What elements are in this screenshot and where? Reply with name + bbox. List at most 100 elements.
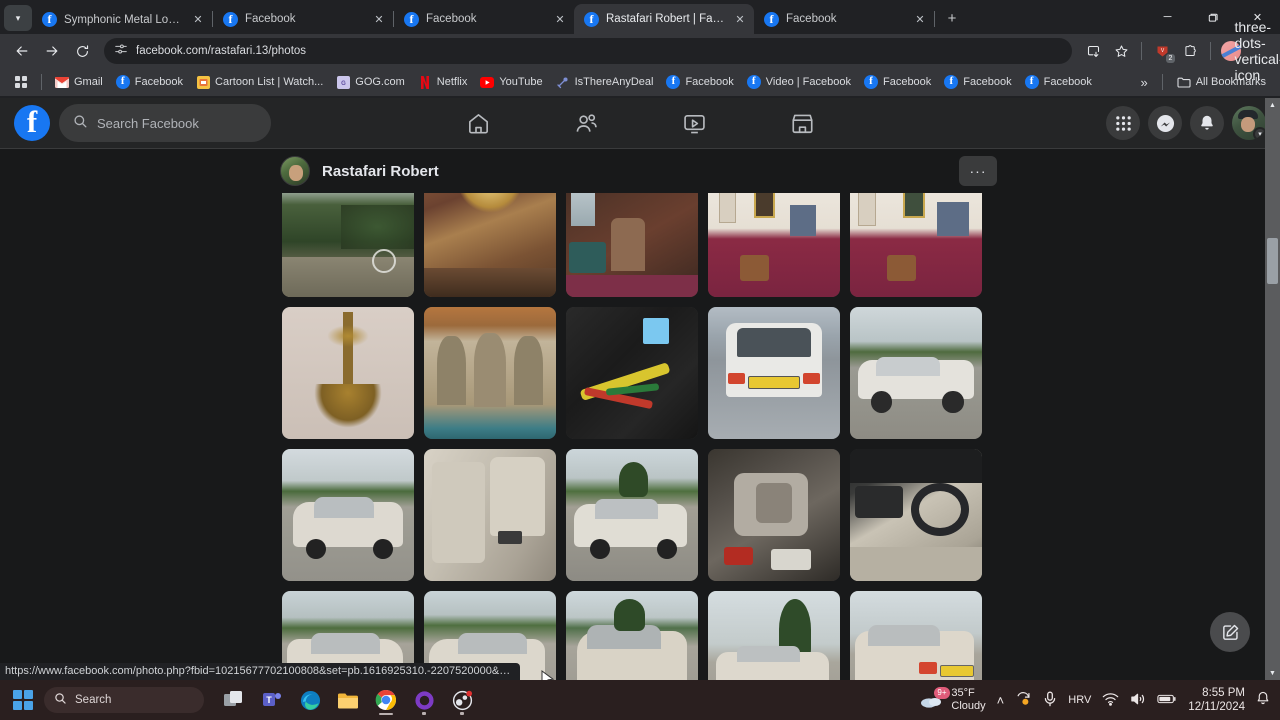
nav-friends[interactable] [558,102,614,144]
bookmarks-bar: Gmail f Facebook Cartoon List | Watch...… [0,68,1280,96]
taskbar-file-explorer-button[interactable] [332,684,364,716]
toolbar-divider [1141,42,1142,60]
photo-thumbnail[interactable] [282,193,414,297]
bookmark-youtube[interactable]: YouTube [474,72,548,92]
install-app-icon[interactable] [1080,38,1106,64]
nav-video[interactable] [666,102,722,144]
bookmark-facebook-2[interactable]: f Facebook [660,72,739,92]
photo-thumbnail[interactable] [850,307,982,439]
bookmarks-divider [41,74,42,90]
bookmark-gog[interactable]: G GOG.com [330,72,411,92]
photo-thumbnail[interactable] [850,449,982,581]
taskbar-teams-button[interactable]: T [256,684,288,716]
tab-close-icon[interactable]: ✕ [912,11,928,27]
reload-button[interactable] [68,37,96,65]
address-bar[interactable]: facebook.com/rastafari.13/photos [104,38,1072,64]
taskbar-edge-button[interactable] [294,684,326,716]
bookmark-gmail[interactable]: Gmail [49,72,109,92]
browser-tab-1[interactable]: f Facebook ✕ [213,4,393,34]
taskbar-viber-button[interactable] [408,684,440,716]
taskbar-search-input[interactable]: Search [44,687,204,713]
photo-thumbnail[interactable] [566,591,698,680]
battery-icon[interactable] [1157,693,1177,708]
facebook-favicon-icon: f [584,11,599,27]
bookmark-facebook-1[interactable]: f Facebook [110,72,189,92]
bookmark-star-icon[interactable] [1108,38,1134,64]
profile-more-options-button[interactable]: ··· [959,156,997,186]
apps-menu-button[interactable] [1106,106,1140,140]
photo-thumbnail[interactable] [566,449,698,581]
volume-icon[interactable] [1130,692,1146,709]
photo-thumbnail[interactable] [850,591,982,680]
scroll-down-arrow-icon[interactable]: ▼ [1265,666,1280,680]
photo-thumbnail[interactable] [708,449,840,581]
notifications-button[interactable] [1190,106,1224,140]
extension-vpn-icon[interactable]: V 2 [1149,38,1175,64]
photo-thumbnail[interactable] [424,449,556,581]
taskbar-task-view-button[interactable] [218,684,250,716]
tray-overflow-button[interactable]: ˄ [997,693,1005,708]
microphone-icon[interactable] [1043,691,1057,710]
extensions-puzzle-icon[interactable] [1177,38,1203,64]
bookmark-apps-grid[interactable] [8,72,34,92]
tab-close-icon[interactable]: ✕ [552,11,568,27]
new-tab-button[interactable]: + [939,5,965,31]
account-avatar[interactable]: ▾ [1232,106,1266,140]
taskbar-chrome-button[interactable] [370,684,402,716]
site-settings-icon[interactable] [114,42,128,61]
browser-tab-3-active[interactable]: f Rastafari Robert | Facebook ✕ [574,4,754,34]
weather-widget[interactable]: 9+ 35°F Cloudy [920,687,986,713]
messenger-button[interactable] [1148,106,1182,140]
wifi-icon[interactable] [1102,692,1119,709]
bookmarks-overflow-button[interactable]: » [1134,72,1153,93]
photo-thumbnail[interactable] [566,193,698,297]
taskbar-date: 12/11/2024 [1188,701,1245,713]
browser-tab-0[interactable]: f Symphonic Metal Lovers ! 🤘 ✕ [32,4,212,34]
bookmark-cartoon-list[interactable]: Cartoon List | Watch... [190,72,329,92]
taskbar-apps: T [218,684,478,716]
browser-tab-2[interactable]: f Facebook ✕ [394,4,574,34]
onedrive-sync-icon[interactable] [1015,691,1032,709]
scrollbar-thumb[interactable] [1267,238,1278,284]
photo-thumbnail[interactable] [566,307,698,439]
tab-close-icon[interactable]: ✕ [190,11,206,27]
bookmark-istheredeal[interactable]: IsThereAnyDeal [550,72,660,92]
photo-thumbnail[interactable] [282,307,414,439]
tab-close-icon[interactable]: ✕ [371,11,387,27]
photo-thumbnail[interactable] [424,193,556,297]
forward-button[interactable] [38,37,66,65]
language-indicator[interactable]: HRV [1068,694,1091,706]
minimize-button[interactable]: ─ [1145,2,1190,32]
taskbar-obs-button[interactable] [446,684,478,716]
tab-close-icon[interactable]: ✕ [732,11,748,27]
bookmark-netflix[interactable]: Netflix [412,72,474,92]
facebook-search-input[interactable]: Search Facebook [59,104,271,142]
windows-taskbar: Search T 9+ 35°F Cloudy ˄ HRV 8:55 PM 12… [0,680,1280,720]
photo-thumbnail[interactable] [282,449,414,581]
bookmark-facebook-3[interactable]: f Facebook [858,72,937,92]
profile-avatar[interactable] [280,156,310,186]
chrome-menu-icon[interactable]: three-dots-vertical-icon [1235,19,1280,83]
browser-tab-4[interactable]: f Facebook ✕ [754,4,934,34]
bookmark-video-facebook[interactable]: f Video | Facebook [741,72,857,92]
nav-home[interactable] [450,102,506,144]
tab-search-button[interactable]: ▾ [4,5,32,31]
photo-thumbnail[interactable] [708,193,840,297]
notification-bell-icon[interactable] [1256,691,1270,709]
bookmark-facebook-4[interactable]: f Facebook [938,72,1017,92]
back-button[interactable] [8,37,36,65]
clock-widget[interactable]: 8:55 PM 12/11/2024 [1188,686,1245,714]
facebook-logo-icon[interactable]: f [14,105,50,141]
page-scrollbar[interactable]: ▲ ▼ [1265,98,1280,680]
windows-start-button[interactable] [10,687,36,713]
photo-thumbnail[interactable] [708,591,840,680]
nav-marketplace[interactable] [774,102,830,144]
photo-thumbnail[interactable] [424,307,556,439]
system-tray: 9+ 35°F Cloudy ˄ HRV 8:55 PM 12/11/2024 [920,686,1270,714]
photo-thumbnail[interactable] [850,193,982,297]
maximize-button[interactable] [1190,2,1235,32]
compose-edit-button[interactable] [1210,612,1250,652]
bookmark-facebook-5[interactable]: f Facebook [1019,72,1098,92]
scroll-up-arrow-icon[interactable]: ▲ [1265,98,1280,112]
photo-thumbnail[interactable] [708,307,840,439]
